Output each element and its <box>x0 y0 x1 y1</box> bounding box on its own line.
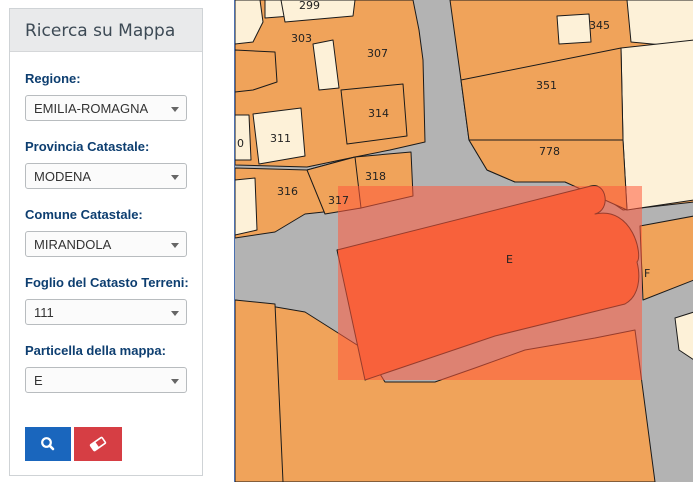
sheet-select[interactable]: 111 <box>25 299 187 325</box>
region-select-value: EMILIA-ROMAGNA <box>34 101 149 116</box>
province-select-value: MODENA <box>34 169 92 184</box>
parcel-label-0: 0 <box>237 137 244 150</box>
sheet-label: Foglio del Catasto Terreni: <box>25 275 189 290</box>
parcel-label: Particella della mappa: <box>25 343 166 358</box>
region-select[interactable]: EMILIA-ROMAGNA <box>25 95 187 121</box>
panel-header: Ricerca su Mappa <box>10 9 202 52</box>
clear-button[interactable] <box>74 427 122 461</box>
parcel-label-E: E <box>506 253 513 266</box>
eraser-icon <box>89 436 107 452</box>
parcel-building-light <box>235 177 258 236</box>
sheet-select-value: 111 <box>34 305 54 320</box>
parcel-label-311: 311 <box>270 132 291 145</box>
municipality-label: Comune Catastale: <box>25 207 143 222</box>
parcel-label-345: 345 <box>589 19 610 32</box>
parcel-label-351: 351 <box>536 79 557 92</box>
cadastral-map[interactable]: 299 303 307 345 351 314 311 0 778 318 31… <box>234 0 693 482</box>
chevron-down-icon <box>171 175 179 180</box>
parcel-select-value: E <box>34 373 43 388</box>
municipality-select-value: MIRANDOLA <box>34 237 112 252</box>
parcel-building-light <box>620 39 693 211</box>
chevron-down-icon <box>171 311 179 316</box>
panel-title: Ricerca su Mappa <box>25 21 176 41</box>
province-select[interactable]: MODENA <box>25 163 187 189</box>
parcel-select[interactable]: E <box>25 367 187 393</box>
province-label: Provincia Catastale: <box>25 139 150 154</box>
search-panel: Ricerca su Mappa Regione: EMILIA-ROMAGNA… <box>9 8 203 476</box>
parcel-label-F: F <box>644 267 650 280</box>
parcel-label-303: 303 <box>291 32 312 45</box>
parcel-label-778: 778 <box>539 145 560 158</box>
parcel-label-314: 314 <box>368 107 389 120</box>
chevron-down-icon <box>171 379 179 384</box>
parcel-345[interactable] <box>556 13 592 45</box>
parcel-label-318: 318 <box>365 170 386 183</box>
region-label: Regione: <box>25 71 81 86</box>
municipality-select[interactable]: MIRANDOLA <box>25 231 187 257</box>
search-button[interactable] <box>25 427 71 461</box>
map-canvas[interactable]: 299 303 307 345 351 314 311 0 778 318 31… <box>235 0 693 482</box>
parcel-label-316: 316 <box>277 185 298 198</box>
chevron-down-icon <box>171 243 179 248</box>
chevron-down-icon <box>171 107 179 112</box>
parcel-south-west <box>235 299 284 482</box>
search-icon <box>41 437 55 451</box>
selection-highlight <box>338 186 642 380</box>
parcel-label-299: 299 <box>299 0 320 12</box>
parcel-label-317: 317 <box>328 194 349 207</box>
parcel-label-307: 307 <box>367 47 388 60</box>
